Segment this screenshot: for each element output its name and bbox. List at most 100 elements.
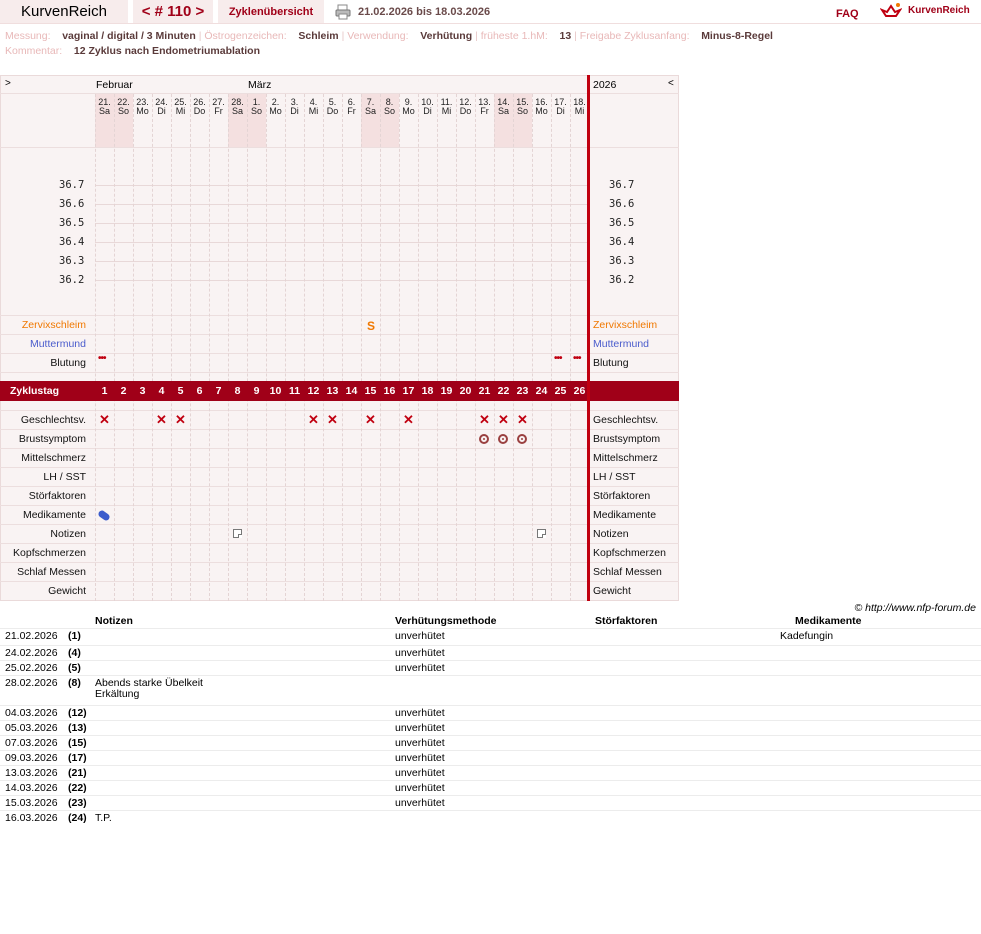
- table-cycle-day: (5): [68, 662, 81, 674]
- table-row-divider: [0, 735, 981, 736]
- weekday-label: So: [250, 106, 262, 116]
- column-divider: [437, 94, 438, 601]
- table-date: 04.03.2026: [5, 707, 58, 719]
- cycle-day-number: 17: [402, 385, 415, 397]
- cycle-day-number: 25: [554, 385, 567, 397]
- frueheste-value: 13: [559, 30, 572, 42]
- row-label-right-schlaf-messen: Schlaf Messen: [593, 566, 662, 578]
- table-header-verhuetungsmethode: Verhütungsmethode: [395, 615, 497, 627]
- separator: |: [475, 30, 478, 42]
- column-divider: [532, 94, 533, 601]
- cycle-day-number: 3: [139, 385, 146, 397]
- brand-name[interactable]: KurvenReich: [908, 5, 970, 16]
- table-method: unverhütet: [395, 782, 445, 794]
- table-date: 05.03.2026: [5, 722, 58, 734]
- row-label-right-kopfschmerzen: Kopfschmerzen: [593, 547, 666, 559]
- temp-label-left: 36.7: [59, 179, 85, 191]
- column-divider: [380, 94, 381, 601]
- breast-symptom-icon: [517, 434, 527, 444]
- column-divider: [133, 94, 134, 601]
- column-divider: [418, 94, 419, 601]
- table-row-divider: [0, 675, 981, 676]
- temp-label-right: 36.3: [609, 255, 635, 267]
- weekday-label: Fr: [214, 106, 223, 116]
- table-method: unverhütet: [395, 722, 445, 734]
- cycle-overview-link[interactable]: Zyklenübersicht: [218, 0, 324, 23]
- column-divider: [190, 94, 191, 601]
- table-row-divider: [0, 628, 981, 629]
- app-logo-tab[interactable]: KurvenReich: [0, 0, 128, 23]
- temp-label-right: 36.2: [609, 274, 635, 286]
- messung-value: vaginal / digital / 3 Minuten: [62, 30, 196, 42]
- column-divider: [361, 94, 362, 601]
- faq-link[interactable]: FAQ: [836, 8, 859, 20]
- row-label-brustsymptom: Brustsymptom: [18, 433, 86, 445]
- app-name: KurvenReich: [21, 3, 107, 20]
- table-cycle-day: (12): [68, 707, 87, 719]
- row-label-schlaf-messen: Schlaf Messen: [17, 566, 86, 578]
- header-divider: [0, 23, 981, 24]
- column-divider: [95, 94, 96, 601]
- column-divider: [513, 94, 514, 601]
- expand-left-button[interactable]: >: [5, 78, 11, 89]
- row-divider: [0, 410, 679, 411]
- column-divider: [304, 94, 305, 601]
- cycle-day-number: 7: [215, 385, 222, 397]
- row-label-mittelschmerz: Mittelschmerz: [21, 452, 86, 464]
- table-cycle-day: (22): [68, 782, 87, 794]
- column-divider: [475, 94, 476, 601]
- bleeding-dots: •••: [573, 353, 581, 364]
- separator: |: [341, 30, 345, 42]
- breast-symptom-icon: [498, 434, 508, 444]
- intercourse-mark: ✕: [175, 412, 186, 427]
- column-divider: [152, 94, 153, 601]
- table-row-divider: [0, 810, 981, 811]
- note-icon: [233, 529, 242, 538]
- table-header-medikamente: Medikamente: [795, 615, 862, 627]
- intercourse-mark: ✕: [327, 412, 338, 427]
- row-label-right-zervixschleim: Zervixschleim: [593, 319, 658, 331]
- weekday-label: Di: [423, 106, 432, 116]
- table-row-divider: [0, 705, 981, 706]
- freigabe-value: Minus-8-Regel: [701, 30, 773, 42]
- copyright[interactable]: © http://www.nfp-forum.de: [854, 602, 976, 614]
- cycle-day-number: 10: [269, 385, 282, 397]
- expand-right-button[interactable]: <: [668, 78, 674, 89]
- row-divider: [0, 505, 679, 506]
- cycle-day-number: 9: [253, 385, 260, 397]
- cycle-day-number: 19: [440, 385, 453, 397]
- intercourse-mark: ✕: [479, 412, 490, 427]
- column-divider: [570, 94, 571, 601]
- row-label-right-medikamente: Medikamente: [593, 509, 657, 521]
- cycle-day-number: 4: [158, 385, 165, 397]
- row-label-muttermund: Muttermund: [29, 338, 86, 350]
- cycle-navigation[interactable]: < # 110 >: [133, 0, 213, 23]
- row-label-right-brustsymptom: Brustsymptom: [593, 433, 661, 445]
- table-date: 15.03.2026: [5, 797, 58, 809]
- cycle-nav-label: < # 110 >: [141, 3, 205, 20]
- separator: |: [198, 30, 202, 42]
- table-method: unverhütet: [395, 767, 445, 779]
- row-label-right-geschlechtsverkehr: Geschlechtsv.: [593, 414, 659, 426]
- cycle-day-number: 23: [516, 385, 529, 397]
- printer-icon[interactable]: [335, 4, 351, 20]
- row-label-zervixschleim: Zervixschleim: [21, 319, 86, 331]
- kommentar-value: 12 Zyklus nach Endometriumablation: [73, 45, 260, 57]
- weekday-label: Sa: [364, 106, 376, 116]
- verwendung-value: Verhütung: [420, 30, 473, 42]
- temp-label-left: 36.6: [59, 198, 85, 210]
- crown-logo-icon: [880, 3, 902, 17]
- intercourse-mark: ✕: [498, 412, 509, 427]
- table-date: 07.03.2026: [5, 737, 58, 749]
- column-divider: [323, 94, 324, 601]
- row-divider: [0, 486, 679, 487]
- table-medication: Kadefungin: [780, 630, 834, 642]
- messung-label: Messung:: [5, 30, 51, 42]
- temp-label-right: 36.4: [609, 236, 635, 248]
- table-cycle-day: (1): [68, 630, 81, 642]
- cycle-day-number: 26: [573, 385, 586, 397]
- row-label-stoerfaktoren: Störfaktoren: [28, 490, 86, 502]
- row-divider: [0, 467, 679, 468]
- weekday-label: So: [383, 106, 395, 116]
- table-note: Erkältung: [95, 688, 140, 700]
